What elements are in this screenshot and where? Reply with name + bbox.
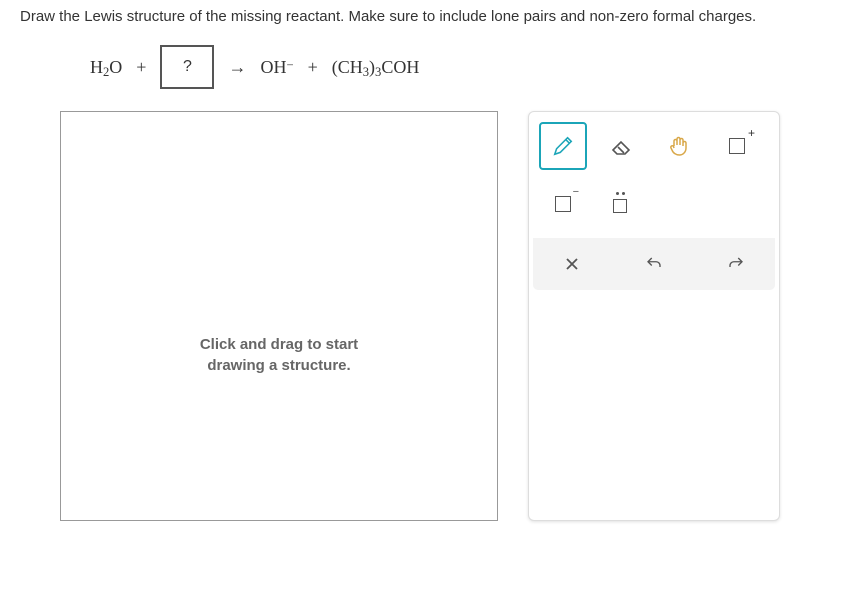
- eraser-tool[interactable]: [597, 122, 645, 170]
- pencil-tool[interactable]: [539, 122, 587, 170]
- undo-button[interactable]: [621, 244, 687, 284]
- hand-tool[interactable]: [655, 122, 703, 170]
- formula-sub: 3: [375, 65, 381, 80]
- main-area: Click and drag to start drawing a struct…: [60, 111, 836, 521]
- plus-sign: +: [136, 57, 146, 78]
- instruction-text: Draw the Lewis structure of the missing …: [20, 8, 836, 25]
- reactant-h2o: H 2 O: [90, 57, 122, 78]
- equation: H 2 O + ? → OH − + (CH 3 ) 3 COH: [90, 45, 836, 89]
- formula-part: H: [90, 57, 103, 78]
- toolbar: [528, 111, 780, 521]
- unknown-label: ?: [183, 58, 192, 76]
- tool-row-1: [539, 122, 769, 170]
- tool-row-actions: [533, 238, 775, 290]
- formula-part: OH: [260, 57, 286, 78]
- formula-part: COH: [381, 57, 419, 78]
- undo-icon: [645, 255, 663, 273]
- tool-row-2: [539, 180, 769, 228]
- hand-icon: [667, 134, 691, 158]
- plus-sign: +: [308, 57, 318, 78]
- unknown-reactant-box[interactable]: ?: [160, 45, 214, 89]
- product-ch3-3coh: (CH 3 ) 3 COH: [332, 57, 420, 78]
- redo-icon: [727, 255, 745, 273]
- canvas-hint-line: drawing a structure.: [61, 355, 497, 376]
- pencil-icon: [552, 135, 574, 157]
- formula-sub: 2: [103, 65, 109, 80]
- charge-minus-tool[interactable]: [539, 180, 587, 228]
- canvas-hint: Click and drag to start drawing a struct…: [61, 334, 497, 376]
- clear-button[interactable]: [539, 244, 605, 284]
- lone-pair-icon: [612, 195, 630, 213]
- formula-part: (CH: [332, 57, 363, 78]
- product-oh: OH −: [260, 57, 293, 78]
- formula-part: O: [109, 57, 122, 78]
- charge-plus-tool[interactable]: [713, 122, 761, 170]
- eraser-icon: [609, 134, 633, 158]
- clear-icon: [564, 256, 580, 272]
- lone-pair-tool[interactable]: [597, 180, 645, 228]
- canvas-hint-line: Click and drag to start: [61, 334, 497, 355]
- reaction-arrow: →: [228, 57, 246, 78]
- charge-plus-icon: [729, 138, 745, 154]
- formula-sub: 3: [363, 65, 369, 80]
- charge-minus-icon: [555, 196, 571, 212]
- redo-button[interactable]: [703, 244, 769, 284]
- drawing-canvas[interactable]: Click and drag to start drawing a struct…: [60, 111, 498, 521]
- formula-sup: −: [286, 58, 293, 73]
